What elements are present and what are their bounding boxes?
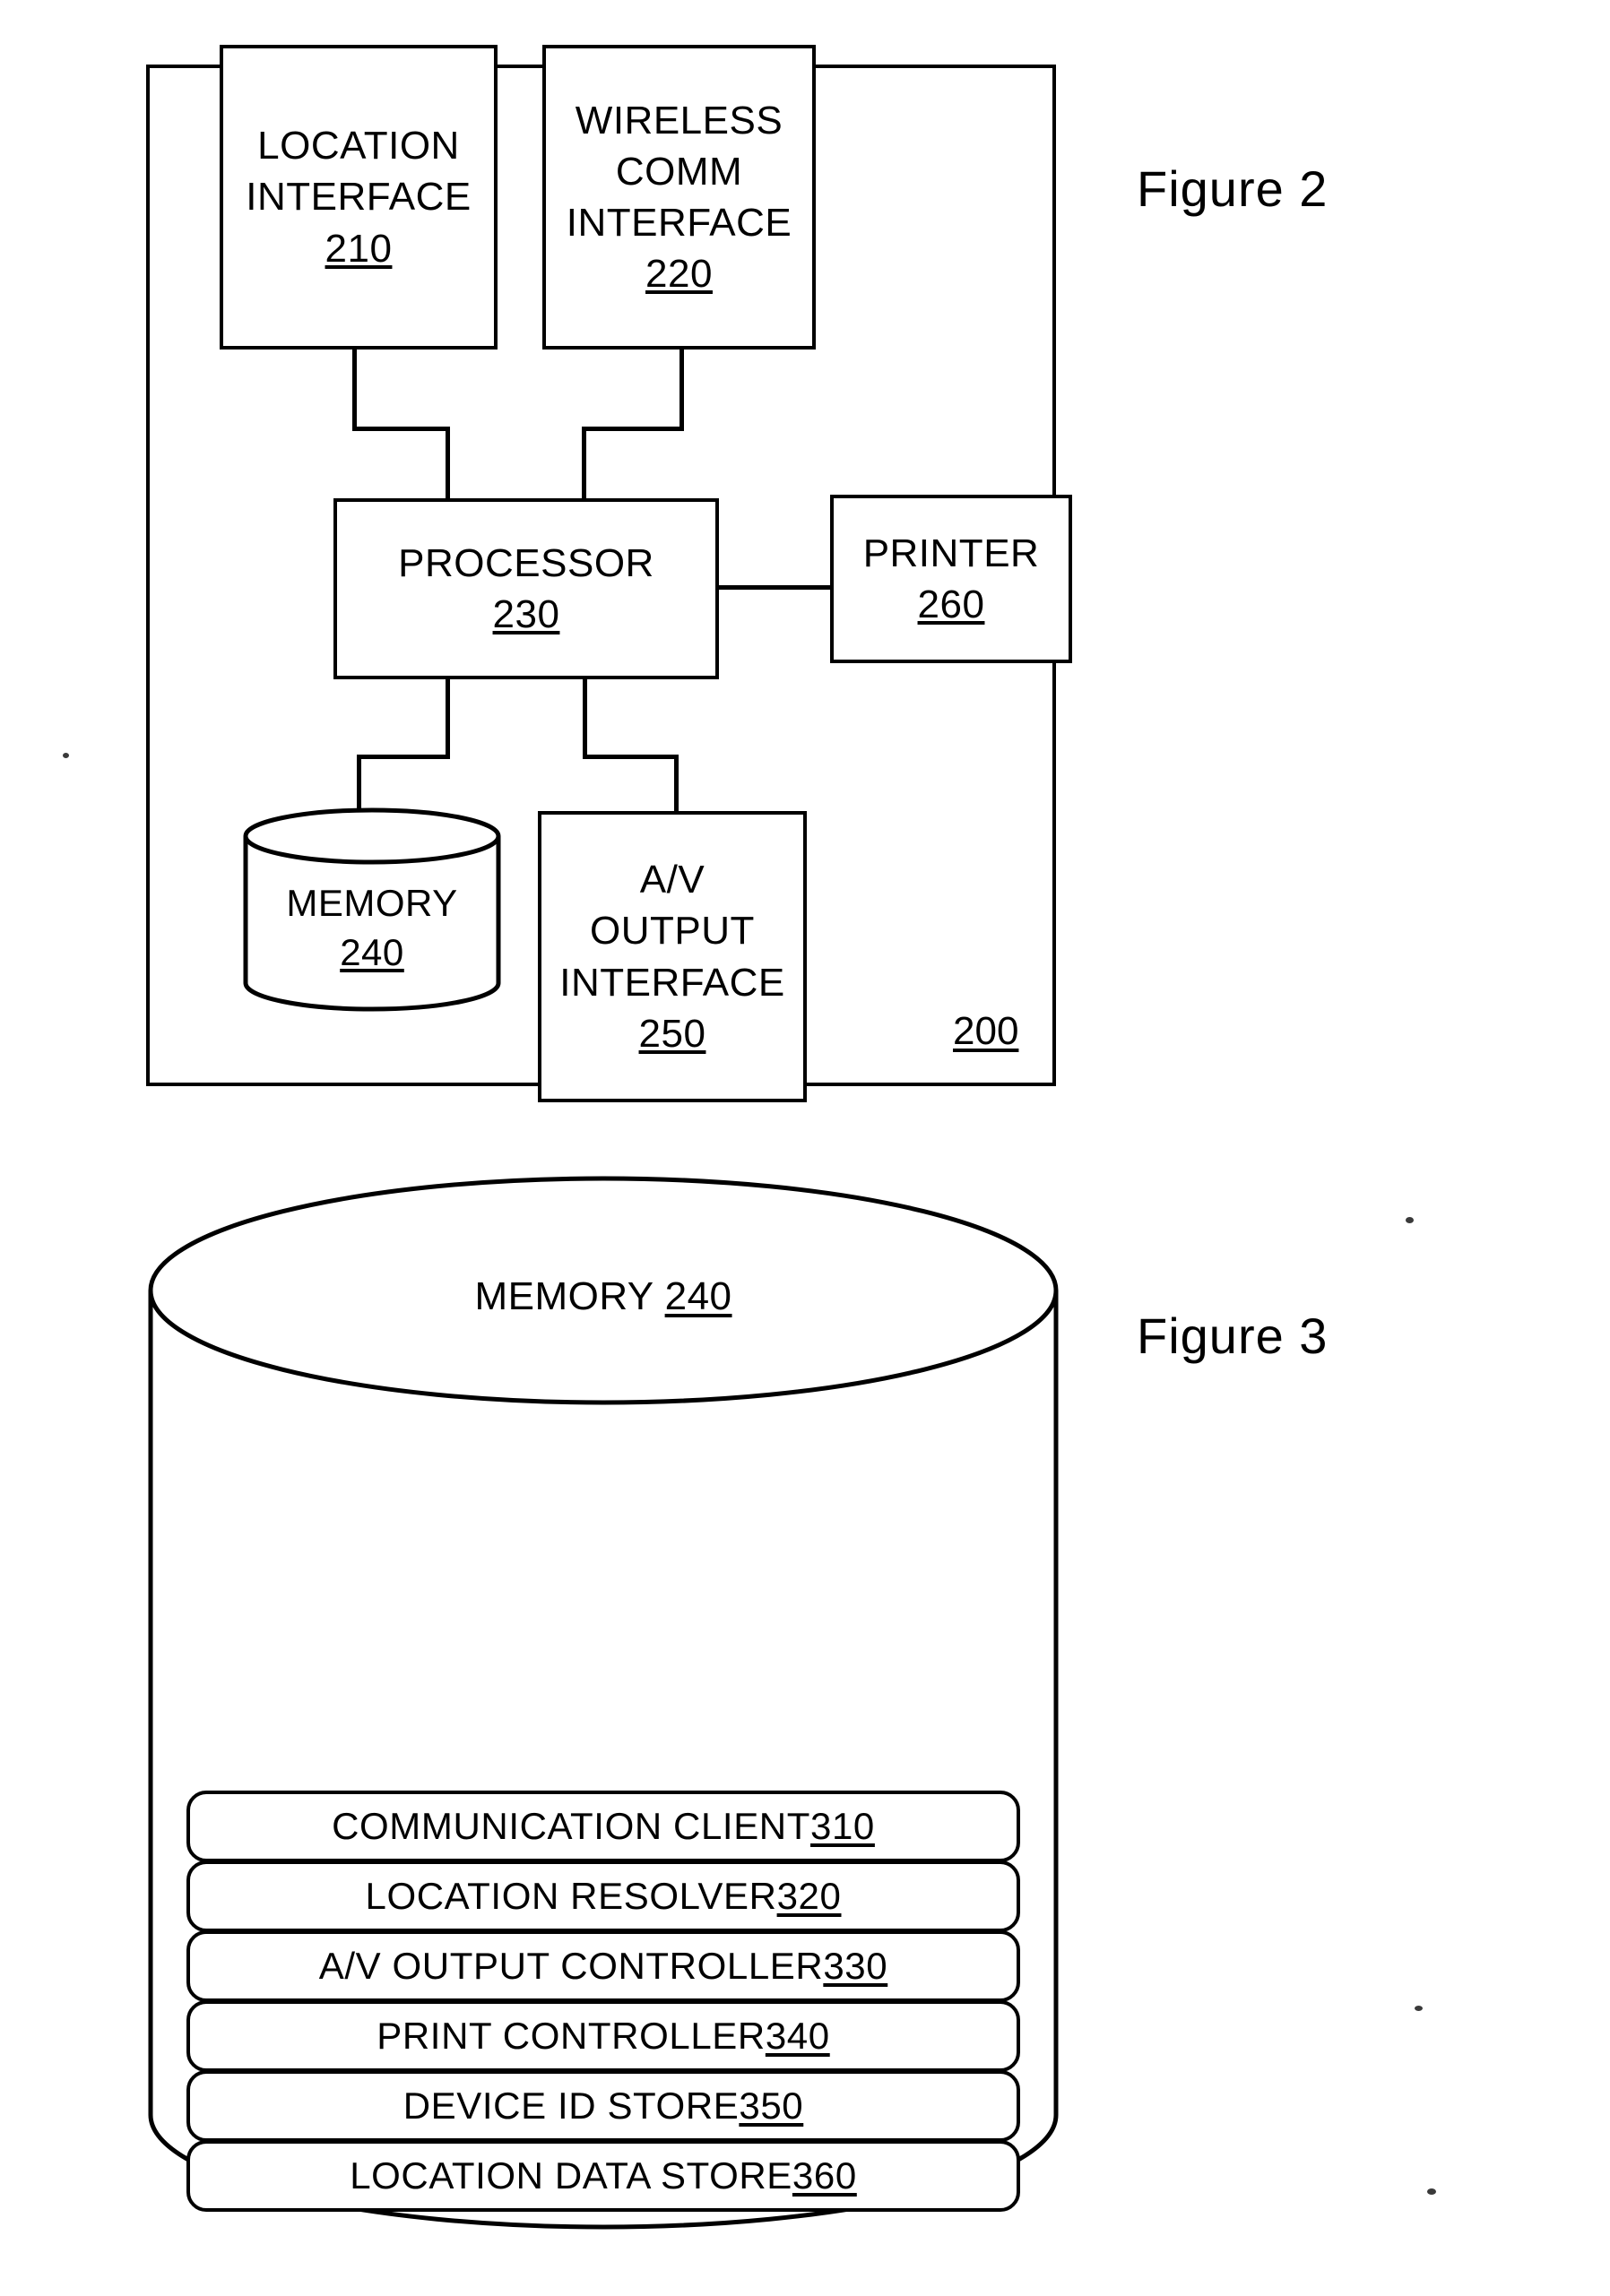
memory-240-label: MEMORY	[474, 1274, 654, 1318]
connector-processor-to-printer	[716, 585, 833, 590]
av-output-line-1: A/V	[639, 858, 705, 902]
wireless-comm-ref: 220	[645, 252, 713, 297]
row-print-controller[interactable]: PRINT CONTROLLER 340	[186, 2000, 1020, 2072]
connector-processor-to-av-v2	[674, 755, 679, 816]
system-ref-200: 200	[953, 1009, 1019, 1053]
block-wireless-comm-interface[interactable]: WIRELESS COMM INTERFACE 220	[542, 45, 816, 350]
connector-processor-to-av-v1	[583, 676, 587, 758]
scan-speck-4	[63, 753, 69, 758]
memory-240-ref: 240	[664, 1274, 732, 1318]
row-communication-client[interactable]: COMMUNICATION CLIENT 310	[186, 1791, 1020, 1862]
row-location-data-store-label: LOCATION DATA STORE	[350, 2154, 792, 2197]
connector-processor-to-av-h	[583, 755, 679, 759]
row-location-resolver[interactable]: LOCATION RESOLVER 320	[186, 1860, 1020, 1932]
processor-ref: 230	[492, 592, 560, 636]
row-location-resolver-label: LOCATION RESOLVER	[365, 1875, 777, 1917]
memory-240-title: MEMORY 240	[146, 1274, 1060, 1319]
memory-cylinder-text: MEMORY 240	[242, 878, 502, 978]
row-communication-client-label: COMMUNICATION CLIENT	[332, 1805, 810, 1847]
location-interface-line-2: INTERFACE	[246, 175, 472, 220]
row-av-output-controller-label: A/V OUTPUT CONTROLLER	[318, 1945, 824, 1987]
row-device-id-store-ref: 350	[739, 2085, 804, 2127]
wireless-comm-line-3: INTERFACE	[566, 201, 792, 245]
connector-processor-to-memory-v1	[446, 676, 450, 758]
location-interface-line-1: LOCATION	[257, 124, 460, 168]
memory-label: MEMORY	[286, 882, 458, 924]
row-device-id-store[interactable]: DEVICE ID STORE 350	[186, 2070, 1020, 2142]
block-memory-cylinder[interactable]: MEMORY 240	[242, 807, 502, 1013]
memory-ref: 240	[340, 931, 404, 974]
row-location-resolver-ref: 320	[776, 1875, 842, 1917]
row-av-output-controller-ref: 330	[823, 1945, 888, 1987]
row-location-data-store[interactable]: LOCATION DATA STORE 360	[186, 2140, 1020, 2212]
block-processor[interactable]: PROCESSOR 230	[333, 498, 719, 679]
row-location-data-store-ref: 360	[792, 2154, 857, 2197]
figure-3-title: Figure 3	[1137, 1308, 1329, 1364]
av-output-line-3: INTERFACE	[559, 960, 785, 1005]
connector-location-to-processor-v2	[446, 427, 450, 502]
figure-3-group: MEMORY 240 COMMUNICATION CLIENT 310 LOCA…	[0, 1147, 1610, 2296]
row-device-id-store-label: DEVICE ID STORE	[402, 2085, 740, 2127]
av-output-ref: 250	[638, 1011, 706, 1056]
connector-wireless-to-processor-h	[582, 427, 684, 431]
figure-sheet: LOCATION INTERFACE 210 WIRELESS COMM INT…	[0, 0, 1610, 2296]
connector-wireless-to-processor-v2	[582, 427, 586, 502]
location-interface-ref: 210	[325, 226, 393, 271]
wireless-comm-line-1: WIRELESS	[575, 98, 783, 142]
figure-2-group: LOCATION INTERFACE 210 WIRELESS COMM INT…	[0, 0, 1610, 1147]
row-print-controller-ref: 340	[765, 2015, 830, 2057]
block-av-output-interface[interactable]: A/V OUTPUT INTERFACE 250	[538, 811, 807, 1102]
row-communication-client-ref: 310	[810, 1805, 875, 1847]
printer-ref: 260	[917, 583, 985, 626]
scan-speck-1	[1406, 1217, 1414, 1223]
connector-processor-to-memory-h	[357, 755, 450, 759]
row-print-controller-label: PRINT CONTROLLER	[377, 2015, 766, 2057]
av-output-line-2: OUTPUT	[590, 909, 755, 954]
printer-line-1: PRINTER	[862, 531, 1040, 575]
wireless-comm-line-2: COMM	[615, 149, 743, 194]
connector-location-to-processor-v1	[352, 346, 357, 431]
connector-wireless-to-processor-v1	[679, 346, 684, 431]
connector-location-to-processor-h	[352, 427, 450, 431]
processor-line-1: PROCESSOR	[398, 540, 654, 585]
scan-speck-2	[1415, 2006, 1423, 2011]
figure-2-title: Figure 2	[1137, 160, 1329, 217]
row-av-output-controller[interactable]: A/V OUTPUT CONTROLLER 330	[186, 1930, 1020, 2002]
block-location-interface[interactable]: LOCATION INTERFACE 210	[220, 45, 498, 350]
scan-speck-3	[1427, 2188, 1436, 2195]
block-printer[interactable]: PRINTER 260	[830, 495, 1072, 663]
